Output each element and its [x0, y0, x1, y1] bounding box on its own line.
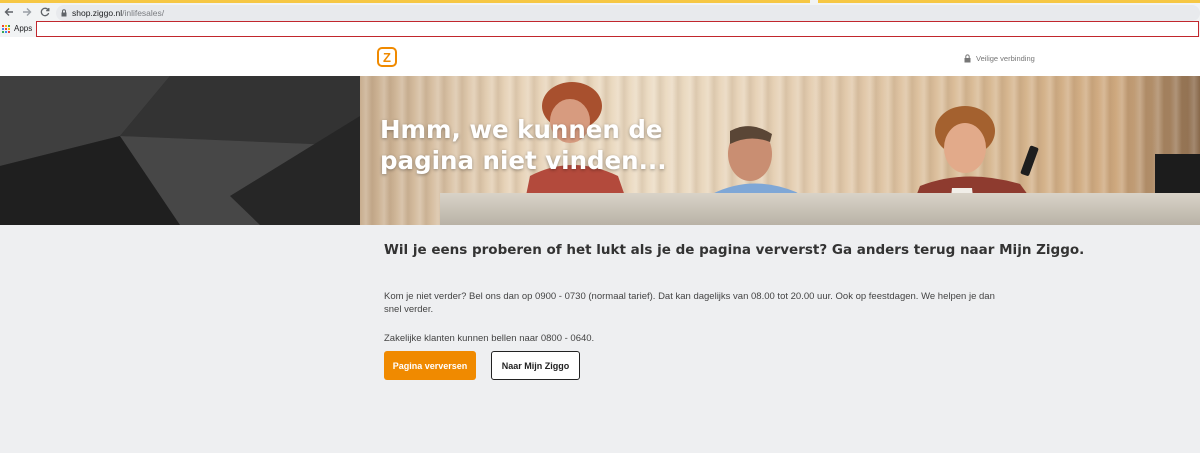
hero-title-line-1: Hmm, we kunnen de [380, 115, 663, 144]
apps-label: Apps [14, 24, 33, 33]
hero-title-line-2: pagina niet vinden... [380, 146, 667, 175]
address-bar[interactable]: shop.ziggo.nl/inlifesales/ [56, 5, 1200, 21]
main-content: Wil je eens proberen of het lukt als je … [384, 241, 1085, 380]
logo-letter: Z [383, 49, 391, 65]
hero-geometric-background [0, 76, 360, 225]
site-header: Z Veilige verbinding [0, 37, 1200, 76]
padlock-icon [964, 54, 971, 63]
forward-arrow-icon [23, 7, 32, 16]
highlighted-bookmark-area[interactable] [36, 21, 1199, 37]
apps-shortcut[interactable]: Apps [2, 24, 32, 33]
hero-title: Hmm, we kunnen de pagina niet vinden... [380, 114, 680, 176]
url-path: /inlifesales/ [122, 8, 165, 18]
my-ziggo-button[interactable]: Naar Mijn Ziggo [491, 351, 580, 380]
navigation-row: shop.ziggo.nl/inlifesales/ [0, 3, 1200, 21]
help-paragraph: Kom je niet verder? Bel ons dan op 0900 … [384, 291, 995, 315]
forward-button[interactable] [18, 3, 36, 20]
apps-grid-icon [2, 24, 10, 33]
back-arrow-icon [4, 7, 13, 16]
lock-icon [61, 9, 67, 17]
secure-label: Veilige verbinding [976, 54, 1035, 63]
hero-photo-sofa [440, 193, 1200, 225]
reload-icon [40, 7, 50, 16]
secure-connection-indicator: Veilige verbinding [964, 54, 1035, 63]
business-paragraph: Zakelijke klanten kunnen bellen naar 080… [384, 333, 595, 344]
ziggo-logo[interactable]: Z [377, 47, 397, 67]
page-headline: Wil je eens proberen of het lukt als je … [384, 242, 1085, 258]
refresh-page-button[interactable]: Pagina verversen [384, 351, 476, 380]
back-button[interactable] [0, 3, 18, 20]
reload-button[interactable] [36, 3, 54, 20]
hero-banner: Hmm, we kunnen de pagina niet vinden... [0, 76, 1200, 225]
url-host: shop.ziggo.nl [72, 8, 123, 18]
